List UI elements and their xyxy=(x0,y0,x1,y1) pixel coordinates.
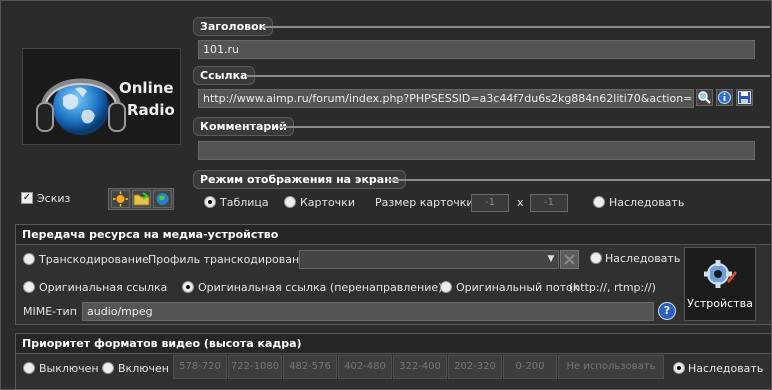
format-578-720[interactable]: 578-720 xyxy=(173,355,227,379)
search-button[interactable] xyxy=(696,89,713,106)
orig-link-radio[interactable] xyxy=(23,281,35,293)
close-icon xyxy=(564,254,575,265)
orig-stream-label: Оригинальный поток xyxy=(456,281,580,294)
video-priority-header: Приоритет форматов видео (высота кадра) xyxy=(16,334,771,354)
display-cards-radio[interactable] xyxy=(284,196,296,208)
open-folder-button[interactable] xyxy=(132,190,151,208)
orig-link-redirect-label: Оригинальная ссылка (перенаправление) xyxy=(198,281,443,294)
help-button[interactable]: ? xyxy=(658,302,676,320)
info-button[interactable] xyxy=(716,89,733,106)
transfer-inherit-radio[interactable] xyxy=(590,252,602,264)
display-cards-label: Карточки xyxy=(300,196,355,209)
transfer-inherit-label: Наследовать xyxy=(605,252,681,265)
transcode-radio[interactable] xyxy=(23,253,35,265)
orig-stream-hint: (http://, rtmp://) xyxy=(569,281,656,294)
transcode-profile-select[interactable] xyxy=(299,250,559,269)
card-height-input[interactable]: -1 xyxy=(530,194,568,212)
save-icon xyxy=(738,91,751,104)
video-off-radio[interactable] xyxy=(23,362,35,374)
logo-text-radio: Radio xyxy=(127,101,175,119)
logo-text-online: Online xyxy=(119,79,174,97)
display-inherit-label: Наследовать xyxy=(609,196,685,209)
transfer-header: Передача ресурса на медиа-устройство xyxy=(16,225,771,245)
folder-icon xyxy=(133,192,150,206)
format-none[interactable]: Не использовать xyxy=(558,355,664,379)
format-0-200[interactable]: 0-200 xyxy=(503,355,557,379)
gear-icon xyxy=(704,260,737,288)
display-table-label: Таблица xyxy=(220,196,269,209)
card-size-label: Размер карточки xyxy=(375,196,474,209)
video-inherit-label: Наследовать xyxy=(688,362,764,375)
sketch-label: Эскиз xyxy=(37,192,71,205)
transcode-label: Транскодирование xyxy=(39,253,149,266)
format-482-576[interactable]: 482-576 xyxy=(283,355,337,379)
comment-input[interactable] xyxy=(198,141,755,160)
sun-icon xyxy=(113,191,128,207)
orig-link-label: Оригинальная ссылка xyxy=(39,281,168,294)
web-button[interactable] xyxy=(153,190,172,208)
display-inherit-radio[interactable] xyxy=(593,196,605,208)
orig-link-redirect-radio[interactable] xyxy=(182,281,194,293)
video-off-label: Выключен xyxy=(39,362,99,375)
card-width-input[interactable]: -1 xyxy=(471,194,509,212)
divider xyxy=(246,75,770,77)
divider xyxy=(278,126,770,128)
sketch-checkbox[interactable]: ✓ xyxy=(21,192,33,204)
video-inherit-radio[interactable] xyxy=(673,362,685,374)
image-button[interactable] xyxy=(111,190,130,208)
format-202-320[interactable]: 202-320 xyxy=(448,355,502,379)
format-402-480[interactable]: 402-480 xyxy=(338,355,392,379)
info-icon xyxy=(718,91,731,104)
format-722-1080[interactable]: 722-1080 xyxy=(228,355,282,379)
divider xyxy=(388,179,770,181)
transcode-profile-label: Профиль транскодирования xyxy=(148,253,313,266)
logo-box: Online Radio xyxy=(22,48,181,145)
format-322-400[interactable]: 322-400 xyxy=(393,355,447,379)
display-mode-header: Режим отображения на экране xyxy=(193,170,407,189)
chevron-down-icon[interactable]: ▼ xyxy=(544,252,558,267)
mime-input[interactable]: audio/mpeg xyxy=(82,302,654,321)
link-input[interactable]: http://www.aimp.ru/forum/index.php?PHPSE… xyxy=(198,89,694,108)
save-button[interactable] xyxy=(736,89,753,106)
devices-button-label: Устройства xyxy=(687,297,753,310)
radio-logo-icon xyxy=(36,78,126,135)
orig-stream-radio[interactable] xyxy=(440,281,452,293)
search-icon xyxy=(698,91,711,104)
card-size-times: x xyxy=(517,196,524,209)
display-table-radio[interactable] xyxy=(204,196,216,208)
divider xyxy=(262,26,770,28)
globe-icon xyxy=(156,193,169,205)
video-on-label: Включен xyxy=(118,362,169,375)
video-on-radio[interactable] xyxy=(102,362,114,374)
devices-button[interactable]: Устройства xyxy=(684,247,756,321)
mime-label: MIME-тип xyxy=(23,305,77,318)
title-input[interactable]: 101.ru xyxy=(198,40,755,59)
help-icon: ? xyxy=(663,304,671,317)
clear-profile-button[interactable] xyxy=(560,250,579,269)
